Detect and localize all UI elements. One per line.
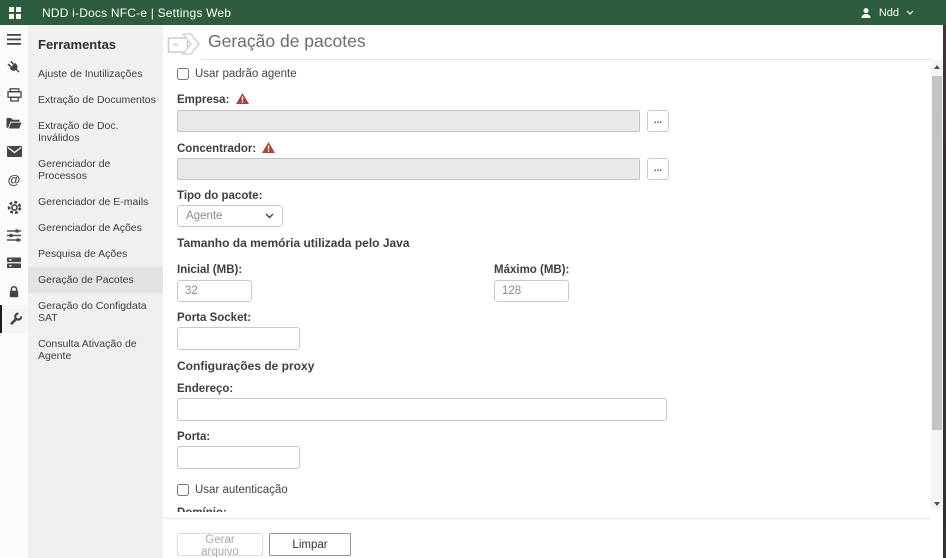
maximo-input[interactable] [494,280,569,302]
icon-rail: @ [0,25,28,558]
tipo-pacote-select[interactable]: Agente [177,205,283,227]
auth-row: Usar autenticação [177,483,931,497]
use-agent-default-checkbox[interactable] [177,68,189,80]
mail-icon[interactable] [0,137,28,165]
app-launcher-icon[interactable] [9,6,21,19]
use-agent-default-row: Usar padrão agente [177,67,931,81]
sidebar-item-extracao-doc-invalidos[interactable]: Extração de Doc. Inválidos [28,113,163,151]
at-sign-icon[interactable]: @ [0,165,28,193]
java-memory-section-title: Tamanho da memória utilizada pelo Java [177,236,410,250]
main-panel: Geração de pacotes Usar padrão agente Em… [163,25,931,558]
warning-icon [235,93,249,104]
endereco-input[interactable] [177,398,667,421]
maximo-label: Máximo (MB): [494,264,570,276]
form-footer: Gerar arquivo Limpar [163,512,931,558]
concentrador-input[interactable] [177,158,640,180]
chevron-down-icon [265,213,274,219]
concentrador-row: ... [177,158,931,180]
concentrador-browse-button[interactable]: ... [647,158,669,180]
printer-icon[interactable] [0,81,28,109]
sidebar: Ferramentas Ajuste de Inutilizações Extr… [28,25,163,558]
empresa-input[interactable] [177,110,640,132]
top-bar: NDD i-Docs NFC-e | Settings Web Ndd [0,0,946,25]
sidebar-header: Ferramentas [38,37,117,52]
proxy-section-title: Configurações de proxy [177,359,315,373]
scrollbar-thumb[interactable] [932,76,942,430]
chevron-down-icon [906,10,914,15]
app-title: NDD i-Docs NFC-e | Settings Web [42,5,232,20]
sidebar-item-consulta-ativacao-agente[interactable]: Consulta Ativação de Agente [28,331,163,369]
user-icon [861,7,871,18]
empresa-row: ... [177,110,931,132]
package-icon [167,33,201,55]
empresa-label: Empresa: [177,93,931,107]
clear-button[interactable]: Limpar [269,533,351,556]
sidebar-item-gerenciador-acoes[interactable]: Gerenciador de Ações [28,215,163,241]
vertical-scrollbar[interactable] [931,60,943,510]
generate-file-button[interactable]: Gerar arquivo [177,533,263,558]
triangle-down-icon [934,501,940,506]
menu-icon[interactable] [0,25,28,53]
porta-socket-input[interactable] [177,327,300,350]
auth-label: Usar autenticação [195,484,288,496]
page-header: Geração de pacotes [163,25,931,60]
porta-label: Porta: [177,431,211,443]
tipo-pacote-label: Tipo do pacote: [177,190,263,202]
triangle-up-icon [934,64,940,69]
footer-divider [163,518,931,519]
porta-socket-label: Porta Socket: [177,312,252,324]
scroll-down-button[interactable] [931,497,943,510]
memory-row: Inicial (MB): Máximo (MB): [177,264,931,302]
sidebar-item-extracao-documentos[interactable]: Extração de Documentos [28,87,163,113]
auth-checkbox[interactable] [177,484,189,496]
sidebar-item-ajuste-inutilizacoes[interactable]: Ajuste de Inutilizações [28,61,163,87]
package-form: Usar padrão agente Empresa: ... Concentr… [163,60,931,537]
sidebar-item-geracao-configdata-sat[interactable]: Geração do Configdata SAT [28,293,163,331]
concentrador-label: Concentrador: [177,142,931,156]
sidebar-item-geracao-pacotes[interactable]: Geração de Pacotes [28,267,163,293]
endereco-label: Endereço: [177,383,234,395]
warning-icon [262,142,276,153]
lock-icon[interactable] [0,277,28,305]
use-agent-default-label: Usar padrão agente [195,68,297,80]
app-window: NDD i-Docs NFC-e | Settings Web Ndd @ Fe… [0,0,946,558]
gear-icon[interactable] [0,193,28,221]
scroll-up-button[interactable] [931,60,943,73]
porta-input[interactable] [177,446,300,469]
folder-open-icon[interactable] [0,109,28,137]
user-menu[interactable]: Ndd [860,7,914,19]
empresa-browse-button[interactable]: ... [647,110,669,132]
sidebar-item-pesquisa-acoes[interactable]: Pesquisa de Ações [28,241,163,267]
inicial-label: Inicial (MB): [177,264,243,276]
page-title: Geração de pacotes [208,31,366,51]
server-icon[interactable] [0,249,28,277]
sidebar-item-gerenciador-emails[interactable]: Gerenciador de E-mails [28,189,163,215]
plug-icon[interactable] [0,53,28,81]
wrench-icon[interactable] [0,305,28,333]
tipo-pacote-value: Agente [186,210,223,222]
sliders-icon[interactable] [0,221,28,249]
inicial-input[interactable] [177,280,252,302]
user-name: Ndd [878,6,899,19]
sidebar-item-gerenciador-processos[interactable]: Gerenciador de Processos [28,151,163,189]
